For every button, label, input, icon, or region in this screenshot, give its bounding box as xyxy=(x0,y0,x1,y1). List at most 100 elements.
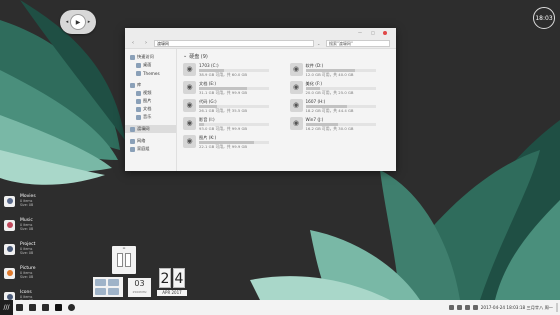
hard-drive-icon: ◉ xyxy=(183,81,196,94)
drive-item[interactable]: ◉ 代码 (G:) 26.1 GB 可用，共 35.5 GB xyxy=(183,98,284,113)
folder-icon xyxy=(136,62,141,68)
drive-size: 18.2 GB 可用，共 44.4 GB xyxy=(305,107,354,113)
sidebar-item-label: 文档 xyxy=(143,106,152,111)
close-button[interactable]: × xyxy=(383,31,387,35)
sidebar-item-label: 桌面 xyxy=(143,62,152,67)
drive-name: 美化 (F:) xyxy=(305,80,322,86)
drive-name: Win7 (J:) xyxy=(305,116,324,122)
toggle-left[interactable] xyxy=(117,253,123,267)
drive-size: 26.1 GB 可用，共 35.5 GB xyxy=(199,107,248,113)
sidebar-item-label: 库 xyxy=(137,82,142,87)
navigation-pane: 快速访问 桌面 Themes 库视频图片文档音乐渡壕网网络 家庭组 xyxy=(125,49,177,171)
drive-size: 12.0 GB 可用，共 40.0 GB xyxy=(305,71,354,77)
drive-item[interactable]: ◉ Win7 (J:) 16.2 GB 可用，共 30.0 GB xyxy=(289,116,391,131)
hard-drive-icon: ◉ xyxy=(183,99,196,112)
section-title: 硬盘 (9) xyxy=(189,53,208,60)
chevron-down-icon[interactable]: ⌄ xyxy=(317,41,323,46)
sidebar-item[interactable]: 家庭组 xyxy=(125,145,176,153)
drive-name: 图片 (K:) xyxy=(199,134,217,140)
chrome-icon[interactable] xyxy=(65,300,78,315)
search-input[interactable]: 搜索"渡壕网" xyxy=(326,39,390,47)
sidebar-item[interactable]: 渡壕网 xyxy=(125,125,176,133)
drive-item[interactable]: ◉ 软件 (D:) 12.0 GB 可用，共 40.0 GB xyxy=(289,62,391,77)
sidebar-item[interactable]: Themes xyxy=(125,69,176,77)
sidebar-item[interactable]: 桌面 xyxy=(125,61,176,69)
drive-item[interactable]: ◉ 美化 (F:) 20.0 GB 可用，共 25.0 GB xyxy=(289,80,391,95)
drive-name: 1607 (H:) xyxy=(305,98,326,104)
skip-forward-icon[interactable]: ▸ xyxy=(86,19,92,25)
sidebar-item[interactable]: 视频 xyxy=(125,89,176,97)
folder-icon xyxy=(130,126,135,132)
store-icon[interactable] xyxy=(39,300,52,315)
file-explorer-icon[interactable] xyxy=(26,300,39,315)
month-year: APR 2017 xyxy=(157,290,187,296)
switch-header: ▬ xyxy=(122,246,126,250)
dock-folder[interactable]: Project 0 items Size: 0B xyxy=(4,238,74,260)
sidebar-item[interactable]: 快速访问 xyxy=(125,53,176,61)
switch-widget: ▬ xyxy=(112,246,136,274)
taskbar: /// 2017-04-24 18:03:18 三月廿八 周一 xyxy=(0,300,560,315)
media-control-widget: ◂ ▶ ▸ xyxy=(60,10,96,34)
sidebar-item-label: Themes xyxy=(143,70,160,76)
hard-drive-icon: ◉ xyxy=(183,117,196,130)
folder-icon xyxy=(130,82,135,88)
start-button[interactable]: /// xyxy=(0,300,13,315)
folder-icon xyxy=(136,114,141,120)
sidebar-item-label: 视频 xyxy=(143,90,152,95)
hard-drive-icon: ◉ xyxy=(289,99,303,112)
folder-icon xyxy=(136,70,141,76)
folder-icon xyxy=(130,146,135,152)
sidebar-item[interactable]: 音乐 xyxy=(125,113,176,121)
sidebar-item-label: 音乐 xyxy=(143,114,152,119)
window-icon[interactable] xyxy=(52,300,65,315)
drive-item[interactable]: ◉ 1703 (C:) 38.9 GB 可用，共 60.0 GB xyxy=(183,62,284,77)
chevron-up-icon[interactable] xyxy=(448,305,454,310)
sidebar-item-label: 图片 xyxy=(143,98,152,103)
sidebar-item[interactable]: 图片 xyxy=(125,97,176,105)
folder-icon xyxy=(4,243,15,255)
app-tile-icon[interactable] xyxy=(108,288,119,295)
dock-folder[interactable]: Music 0 items Size: 0B xyxy=(4,214,74,236)
calendar-widget: 2 4 APR 2017 xyxy=(157,268,187,298)
drive-name: 1703 (C:) xyxy=(199,62,219,68)
sidebar-item[interactable]: 网络 xyxy=(125,137,176,145)
back-icon[interactable]: ‹ xyxy=(128,40,138,47)
volume-icon[interactable] xyxy=(464,305,470,310)
sidebar-item[interactable]: 库 xyxy=(125,81,176,89)
forward-icon[interactable]: › xyxy=(141,40,151,47)
dock-folder[interactable]: Icons0 itemsSize: 0B xyxy=(4,286,74,300)
drive-name: 文档 (E:) xyxy=(199,80,217,86)
ime-icon[interactable] xyxy=(472,305,478,310)
toggle-right[interactable] xyxy=(125,253,131,267)
play-icon[interactable]: ▶ xyxy=(70,14,86,30)
chevron-down-icon: ⌄ xyxy=(183,53,188,59)
drive-size: 22.1 GB 可用，共 99.9 GB xyxy=(199,143,248,149)
minimize-button[interactable]: — xyxy=(358,31,362,35)
drive-size: 16.2 GB 可用，共 30.0 GB xyxy=(305,125,354,131)
drive-item[interactable]: ◉ 文档 (E:) 31.1 GB 可用，共 99.9 GB xyxy=(183,80,284,95)
task-view-icon[interactable] xyxy=(13,300,26,315)
folder-icon xyxy=(4,267,15,279)
section-header[interactable]: ⌄ 硬盘 (9) xyxy=(183,52,390,60)
taskbar-datetime[interactable]: 2017-04-24 18:03:18 三月廿八 周一 xyxy=(481,305,553,311)
folder-icon xyxy=(136,90,141,96)
address-bar[interactable]: 渡壕网 xyxy=(154,39,314,47)
dock-folder[interactable]: Picture 0 items Size: 0B xyxy=(4,262,74,284)
sidebar-item[interactable]: 文档 xyxy=(125,105,176,113)
drive-item[interactable]: ◉ 影音 (I:) 93.0 GB 可用，共 99.9 GB xyxy=(183,116,284,131)
maximize-button[interactable]: □ xyxy=(371,31,375,35)
app-tile-icon[interactable] xyxy=(95,288,106,295)
drive-item[interactable]: ◉ 1607 (H:) 18.2 GB 可用，共 44.4 GB xyxy=(289,98,391,113)
cpu-widget: 03 2566MHz xyxy=(128,278,151,297)
folder-icon xyxy=(4,195,15,207)
dock-folder[interactable]: Movies 0 items Size: 0B xyxy=(4,190,74,212)
show-desktop-button[interactable] xyxy=(556,303,558,312)
network-icon[interactable] xyxy=(456,305,462,310)
drive-name: 影音 (I:) xyxy=(199,116,215,122)
app-tile-icon[interactable] xyxy=(108,279,119,286)
drive-item[interactable]: ◉ 图片 (K:) 22.1 GB 可用，共 99.9 GB xyxy=(183,134,284,149)
folder-icon xyxy=(4,291,15,300)
app-tile-icon[interactable] xyxy=(95,279,106,286)
title-bar[interactable]: — □ × xyxy=(125,28,396,38)
folder-icon xyxy=(130,138,135,144)
